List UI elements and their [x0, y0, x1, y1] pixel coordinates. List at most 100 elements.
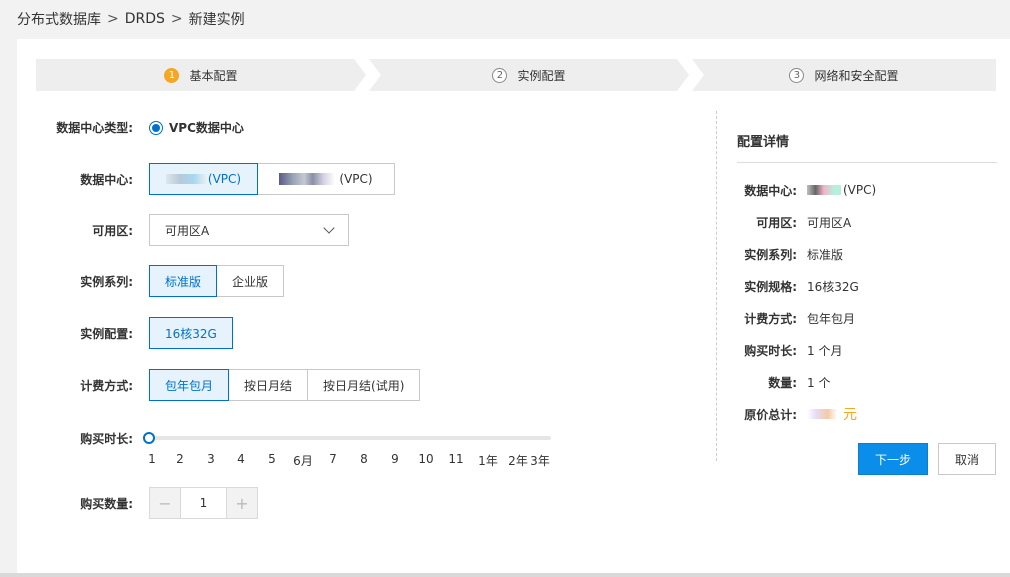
datacenter-options: (VPC) (VPC)	[149, 163, 395, 195]
datacenter-type-label: 数据中心类型:	[56, 121, 133, 135]
slider-track[interactable]	[149, 436, 551, 440]
vpc-radio[interactable]: VPC数据中心	[149, 119, 244, 136]
quantity-label: 购买数量:	[80, 496, 133, 511]
step-number: 1	[164, 67, 180, 83]
redacted-text	[807, 185, 841, 195]
step-basic-config: 1 基本配置	[36, 59, 366, 91]
slider-tick-label[interactable]: 2	[176, 452, 184, 466]
slider-tick-label[interactable]: 3	[207, 452, 215, 466]
summary-title: 配置详情	[737, 131, 997, 163]
slider-tick-label[interactable]: 10	[418, 452, 433, 466]
config-option-16c32g[interactable]: 16核32G	[149, 317, 233, 349]
duration-slider[interactable]: 1 2 3 4 5 6月 7 8 9 10 11 1年 2年 3年	[143, 428, 569, 469]
summary-row-series: 实例系列: 标准版	[737, 238, 997, 270]
redacted-text	[279, 173, 336, 185]
summary-key: 数量:	[768, 375, 797, 390]
step-number: 3	[789, 67, 805, 83]
summary-row-billing: 计费方式: 包年包月	[737, 302, 997, 334]
step-instance-config: 2 实例配置	[369, 59, 689, 91]
summary-key: 购买时长:	[744, 343, 797, 358]
slider-tick-label[interactable]: 7	[329, 452, 337, 466]
billing-options: 包年包月 按日月结 按日月结(试用)	[149, 369, 421, 401]
step-label: 基本配置	[189, 68, 238, 83]
main-panel: 1 基本配置 2 实例配置 3 网络和安全配置 数据中心类型: VPC数据中心 …	[17, 39, 1010, 573]
quantity-input[interactable]	[181, 487, 226, 519]
slider-handle[interactable]	[143, 432, 155, 444]
billing-option-yearly-monthly[interactable]: 包年包月	[149, 369, 230, 401]
cancel-button[interactable]: 取消	[938, 443, 996, 475]
row-duration: 购买时长: 1 2 3 4 5 6月 7 8 9 10 11 1年 2年 3年	[17, 428, 569, 468]
vertical-divider	[716, 111, 717, 461]
zone-select-value: 可用区A	[165, 223, 210, 238]
summary-value: 包年包月	[807, 311, 856, 326]
slider-tick-label[interactable]: 11	[448, 452, 463, 466]
summary-value: (VPC)	[843, 183, 877, 197]
summary-key: 可用区:	[756, 215, 797, 230]
chevron-down-icon	[323, 222, 335, 234]
summary-row-datacenter: 数据中心: (VPC)	[737, 174, 997, 206]
config-options: 16核32G	[149, 317, 233, 349]
series-option-standard[interactable]: 标准版	[149, 265, 218, 297]
datacenter-label: 数据中心:	[80, 172, 133, 187]
billing-option-daily[interactable]: 按日月结	[228, 369, 309, 401]
redacted-text	[165, 174, 206, 184]
zone-label: 可用区:	[92, 223, 133, 238]
billing-option-daily-trial[interactable]: 按日月结(试用)	[307, 369, 421, 401]
datacenter-option-2-label: (VPC)	[339, 172, 373, 186]
summary-row-spec: 实例规格: 16核32G	[737, 270, 997, 302]
slider-tick-label[interactable]: 6月	[293, 452, 313, 469]
vpc-radio-label: VPC数据中心	[169, 121, 244, 135]
slider-tick-label[interactable]: 9	[391, 452, 399, 466]
steps-bar: 1 基本配置 2 实例配置 3 网络和安全配置	[36, 59, 996, 91]
summary-key: 原价总计:	[744, 407, 797, 422]
row-billing: 计费方式: 包年包月 按日月结 按日月结(试用)	[17, 369, 421, 401]
slider-tick-label[interactable]: 5	[268, 452, 276, 466]
series-option-enterprise[interactable]: 企业版	[216, 265, 285, 297]
breadcrumb-separator: >	[170, 11, 183, 27]
row-series: 实例系列: 标准版 企业版	[17, 265, 285, 297]
breadcrumb-item-drds[interactable]: DRDS	[125, 11, 165, 27]
row-zone: 可用区: 可用区A	[17, 214, 349, 246]
summary-key: 实例系列:	[744, 247, 797, 262]
breadcrumb: 分布式数据库 > DRDS > 新建实例	[17, 9, 245, 29]
slider-tick-label[interactable]: 1	[148, 452, 156, 466]
redacted-text	[807, 409, 837, 419]
next-button[interactable]: 下一步	[858, 443, 928, 475]
breadcrumb-item-new-instance: 新建实例	[188, 12, 245, 28]
slider-tick-label[interactable]: 2年	[508, 452, 528, 469]
quantity-increment-button[interactable]: +	[226, 487, 258, 519]
summary-row-quantity: 数量: 1 个	[737, 366, 997, 398]
series-options: 标准版 企业版	[149, 265, 285, 297]
row-config: 实例配置: 16核32G	[17, 317, 233, 349]
breadcrumb-item-distributed-db[interactable]: 分布式数据库	[17, 9, 101, 29]
radio-checked-icon[interactable]	[149, 120, 163, 135]
billing-label: 计费方式:	[80, 378, 133, 393]
breadcrumb-separator: >	[107, 11, 119, 27]
summary-row-duration: 购买时长: 1 个月	[737, 334, 997, 366]
price-unit: 元	[843, 407, 857, 423]
summary-row-price: 原价总计: 元	[737, 398, 997, 430]
datacenter-option-2[interactable]: (VPC)	[257, 163, 395, 195]
summary-key: 计费方式:	[744, 311, 797, 326]
slider-tick-label[interactable]: 3年	[530, 452, 550, 469]
datacenter-option-1-label: (VPC)	[207, 172, 242, 186]
slider-tick-label[interactable]: 1年	[478, 452, 498, 469]
summary-row-zone: 可用区: 可用区A	[737, 206, 997, 238]
row-quantity: 购买数量: − +	[17, 487, 258, 519]
datacenter-option-1[interactable]: (VPC)	[149, 163, 258, 195]
summary-key: 数据中心:	[744, 183, 797, 198]
summary-value: 1 个	[807, 375, 831, 390]
step-number: 2	[492, 67, 508, 83]
summary-value: 可用区A	[807, 215, 852, 230]
summary-value: 16核32G	[807, 279, 859, 294]
row-datacenter: 数据中心: (VPC) (VPC)	[17, 163, 395, 195]
summary-panel: 配置详情 数据中心: (VPC) 可用区: 可用区A 实例系列: 标准版 实例规…	[737, 111, 997, 430]
zone-select[interactable]: 可用区A	[149, 214, 349, 246]
slider-tick-label[interactable]: 8	[360, 452, 368, 466]
config-label: 实例配置:	[80, 326, 133, 341]
slider-tick-label[interactable]: 4	[237, 452, 245, 466]
series-label: 实例系列:	[80, 274, 133, 289]
step-label: 网络和安全配置	[814, 68, 899, 83]
duration-label: 购买时长:	[80, 432, 133, 446]
quantity-decrement-button[interactable]: −	[149, 487, 181, 519]
